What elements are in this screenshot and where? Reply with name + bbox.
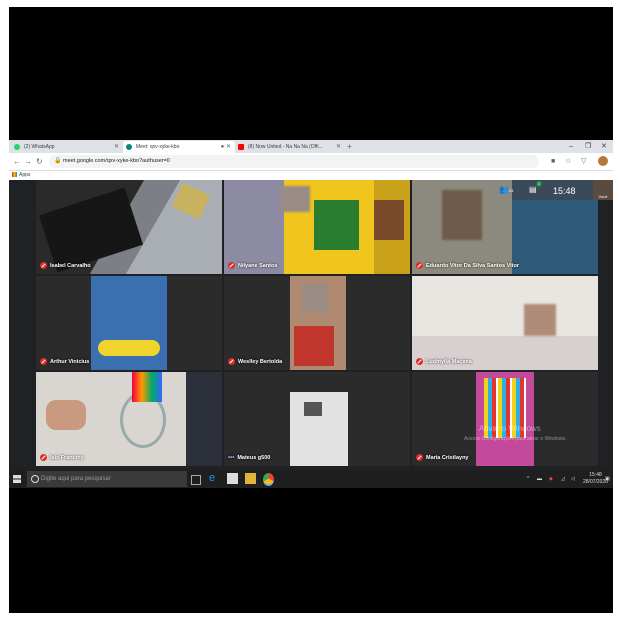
video-content (224, 180, 284, 274)
wifi-icon[interactable]: ◿ (561, 470, 565, 488)
participant-tile[interactable]: Isabel Carvalho (36, 180, 222, 274)
profile-avatar[interactable] (598, 156, 608, 166)
taskbar: Digite aqui para pesquisar e ^ ▬ ◆ ◿ ◁ 1… (9, 470, 613, 488)
extension-icon[interactable]: ▽ (581, 156, 586, 167)
close-tab-icon[interactable]: ● ✕ (221, 141, 231, 153)
whatsapp-icon (14, 144, 20, 150)
notifications-icon[interactable]: ▣ (605, 470, 610, 488)
maximize-button[interactable]: ❐ (585, 140, 591, 153)
windows-activation-subtitle: Acesse Configurações para ativar o Windo… (464, 436, 567, 442)
blurred-face (280, 186, 310, 212)
blurred-face (524, 304, 556, 336)
store-icon[interactable] (227, 473, 238, 484)
desktop-screen: (2) WhatsApp ✕ Meet: qxv-xyke-kbo ● ✕ (8… (9, 140, 613, 488)
tab-meet[interactable]: Meet: qxv-xyke-kbo ● ✕ (123, 141, 235, 153)
youtube-icon (238, 144, 244, 150)
participant-tile[interactable]: Ludmylla Macena (412, 276, 598, 370)
file-explorer-icon[interactable] (245, 473, 256, 484)
antivirus-icon[interactable]: ◆ (549, 470, 553, 488)
mic-off-icon (228, 262, 235, 269)
speaking-dots-icon: ••• (228, 455, 235, 461)
volume-icon[interactable]: ◁ (571, 470, 575, 488)
apps-grid-icon[interactable] (12, 172, 17, 178)
mic-off-icon (228, 358, 235, 365)
self-view[interactable]: Você (593, 180, 613, 200)
blurred-face (302, 284, 328, 312)
video-content (38, 187, 144, 273)
tab-strip: (2) WhatsApp ✕ Meet: qxv-xyke-kbo ● ✕ (8… (9, 140, 613, 153)
reload-icon[interactable]: ↻ (36, 155, 43, 168)
tab-whatsapp[interactable]: (2) WhatsApp ✕ (11, 141, 123, 153)
forward-arrow-icon[interactable]: → (24, 155, 32, 168)
video-content (314, 200, 359, 250)
participant-tile[interactable]: Isis Franciny (36, 372, 222, 466)
participant-tile[interactable]: ••• Mateus g500 (224, 372, 410, 466)
video-content (304, 402, 322, 416)
chat-icon[interactable]: ▤ (529, 185, 537, 194)
video-content (46, 400, 86, 430)
video-content (374, 200, 404, 240)
participant-tile[interactable]: Maria Cristlayny (412, 372, 598, 466)
mic-off-icon (40, 262, 47, 269)
new-tab-button[interactable]: + (347, 141, 352, 152)
back-arrow-icon[interactable]: ← (13, 155, 21, 168)
camera-indicator-icon[interactable]: ■ (551, 156, 555, 167)
lock-icon: 🔒 (54, 158, 62, 164)
windows-start-icon[interactable] (13, 475, 21, 483)
task-view-icon[interactable] (191, 475, 201, 485)
video-content (171, 182, 211, 220)
address-bar: ← → ↻ 🔒 meet.google.com/qxv-xyke-kbo?aut… (9, 153, 613, 171)
network-icon[interactable]: ▬ (537, 470, 542, 488)
tab-youtube[interactable]: (8) Now United - Na Na Na (Offi... ✕ (235, 141, 345, 153)
blurred-face (442, 190, 482, 240)
mic-off-icon (40, 454, 47, 461)
video-content (186, 372, 222, 466)
edge-icon[interactable]: e (209, 473, 220, 484)
meeting-clock: 15:48 (553, 186, 576, 196)
participant-tile[interactable]: Arthur Vinicius (36, 276, 222, 370)
meet-icon (126, 144, 132, 150)
close-window-button[interactable]: ✕ (601, 140, 607, 153)
bookmark-star-icon[interactable]: ☆ (565, 156, 571, 167)
video-content (132, 372, 162, 402)
chrome-icon[interactable] (263, 473, 274, 486)
minimize-button[interactable]: – (569, 140, 573, 153)
video-content (294, 326, 334, 366)
mic-off-icon (40, 358, 47, 365)
video-content (512, 200, 598, 274)
meet-grid: Isabel Carvalho Nilyane Santos Eduardo V… (9, 180, 613, 470)
cortana-icon (31, 475, 39, 483)
video-content (98, 340, 160, 356)
participants-icon[interactable]: 👥24 (499, 185, 513, 194)
close-tab-icon[interactable]: ✕ (336, 141, 341, 153)
meet-top-bar: 👥24 ▤ 2 15:48 Você (487, 180, 613, 204)
participant-tile[interactable]: Weslley Bertolda (224, 276, 410, 370)
tray-chevron-icon[interactable]: ^ (527, 470, 529, 488)
chat-badge: 2 (536, 181, 542, 187)
windows-activation-title: Ativar o Windows (479, 424, 541, 433)
mic-off-icon (416, 454, 423, 461)
bookmarks-bar: Apps (9, 171, 613, 180)
mic-off-icon (416, 358, 423, 365)
taskbar-search-input[interactable]: Digite aqui para pesquisar (27, 471, 187, 487)
url-input[interactable]: 🔒 meet.google.com/qxv-xyke-kbo?authuser=… (49, 155, 539, 168)
participant-tile[interactable]: Nilyane Santos (224, 180, 410, 274)
mic-off-icon (416, 262, 423, 269)
close-tab-icon[interactable]: ✕ (114, 141, 119, 153)
apps-bookmark[interactable]: Apps (19, 172, 30, 178)
